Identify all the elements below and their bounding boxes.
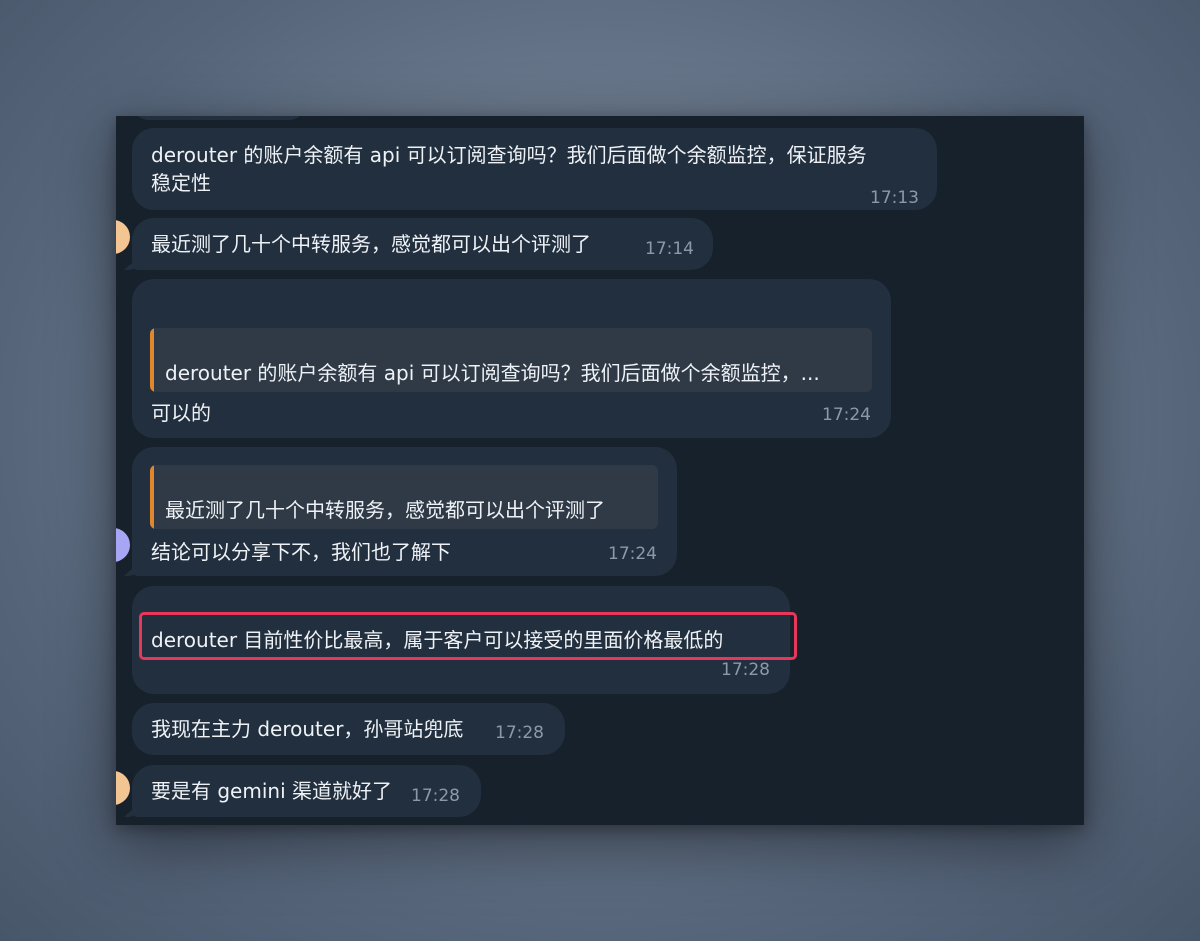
reply-quote-bar	[150, 465, 154, 529]
message-time: 17:28	[411, 786, 460, 806]
message-bubble[interactable]: 最近测了几十个中转服务，感觉都可以出个评测了 结论可以分享下不，我们也了解下 1…	[132, 447, 677, 576]
message-time: 17:24	[608, 544, 657, 564]
message-bubble[interactable]: 要是有 gemini 渠道就好了 17:28	[132, 765, 481, 817]
message-bubble[interactable]: 我现在主力 derouter，孙哥站兜底 17:28	[132, 703, 565, 755]
avatar[interactable]	[116, 220, 130, 254]
reply-quote[interactable]: derouter 的账户余额有 api 可以订阅查询吗？我们后面做个余额监控，.…	[150, 328, 872, 392]
message-text-line2: 稳定性	[151, 171, 211, 195]
message-time: 17:24	[822, 405, 871, 425]
message-text: 要是有 gemini 渠道就好了	[151, 779, 392, 803]
message-time: 17:14	[645, 239, 694, 259]
message-text: 我现在主力 derouter，孙哥站兜底	[151, 717, 464, 741]
reply-quote-bar	[150, 328, 154, 392]
reply-quote-text: derouter 的账户余额有 api 可以订阅查询吗？我们后面做个余额监控，.…	[165, 361, 820, 385]
message-text: 最近测了几十个中转服务，感觉都可以出个评测了	[151, 232, 591, 256]
avatar[interactable]	[116, 528, 130, 562]
message-time: 17:13	[870, 188, 919, 208]
reply-quote[interactable]: 最近测了几十个中转服务，感觉都可以出个评测了	[150, 465, 658, 529]
chat-window: derouter 的账户余额有 api 可以订阅查询吗？我们后面做个余额监控，保…	[116, 116, 1084, 825]
message-text: 结论可以分享下不，我们也了解下	[151, 540, 451, 564]
message-text: derouter 的账户余额有 api 可以订阅查询吗？我们后面做个余额监控，保…	[151, 143, 867, 167]
message-bubble[interactable]: derouter 的账户余额有 api 可以订阅查询吗？我们后面做个余额监控，保…	[132, 128, 937, 210]
avatar[interactable]	[116, 771, 130, 805]
message-time: 17:28	[495, 723, 544, 743]
message-bubble[interactable]: 最近测了几十个中转服务，感觉都可以出个评测了 17:14	[132, 218, 713, 270]
highlight-box	[139, 612, 797, 660]
message-bubble-partial	[134, 116, 304, 120]
message-bubble[interactable]: derouter 的账户余额有 api 可以订阅查询吗？我们后面做个余额监控，.…	[132, 279, 891, 438]
message-text: 可以的	[151, 401, 211, 425]
message-time: 17:28	[721, 660, 770, 680]
reply-quote-text: 最近测了几十个中转服务，感觉都可以出个评测了	[165, 498, 605, 522]
